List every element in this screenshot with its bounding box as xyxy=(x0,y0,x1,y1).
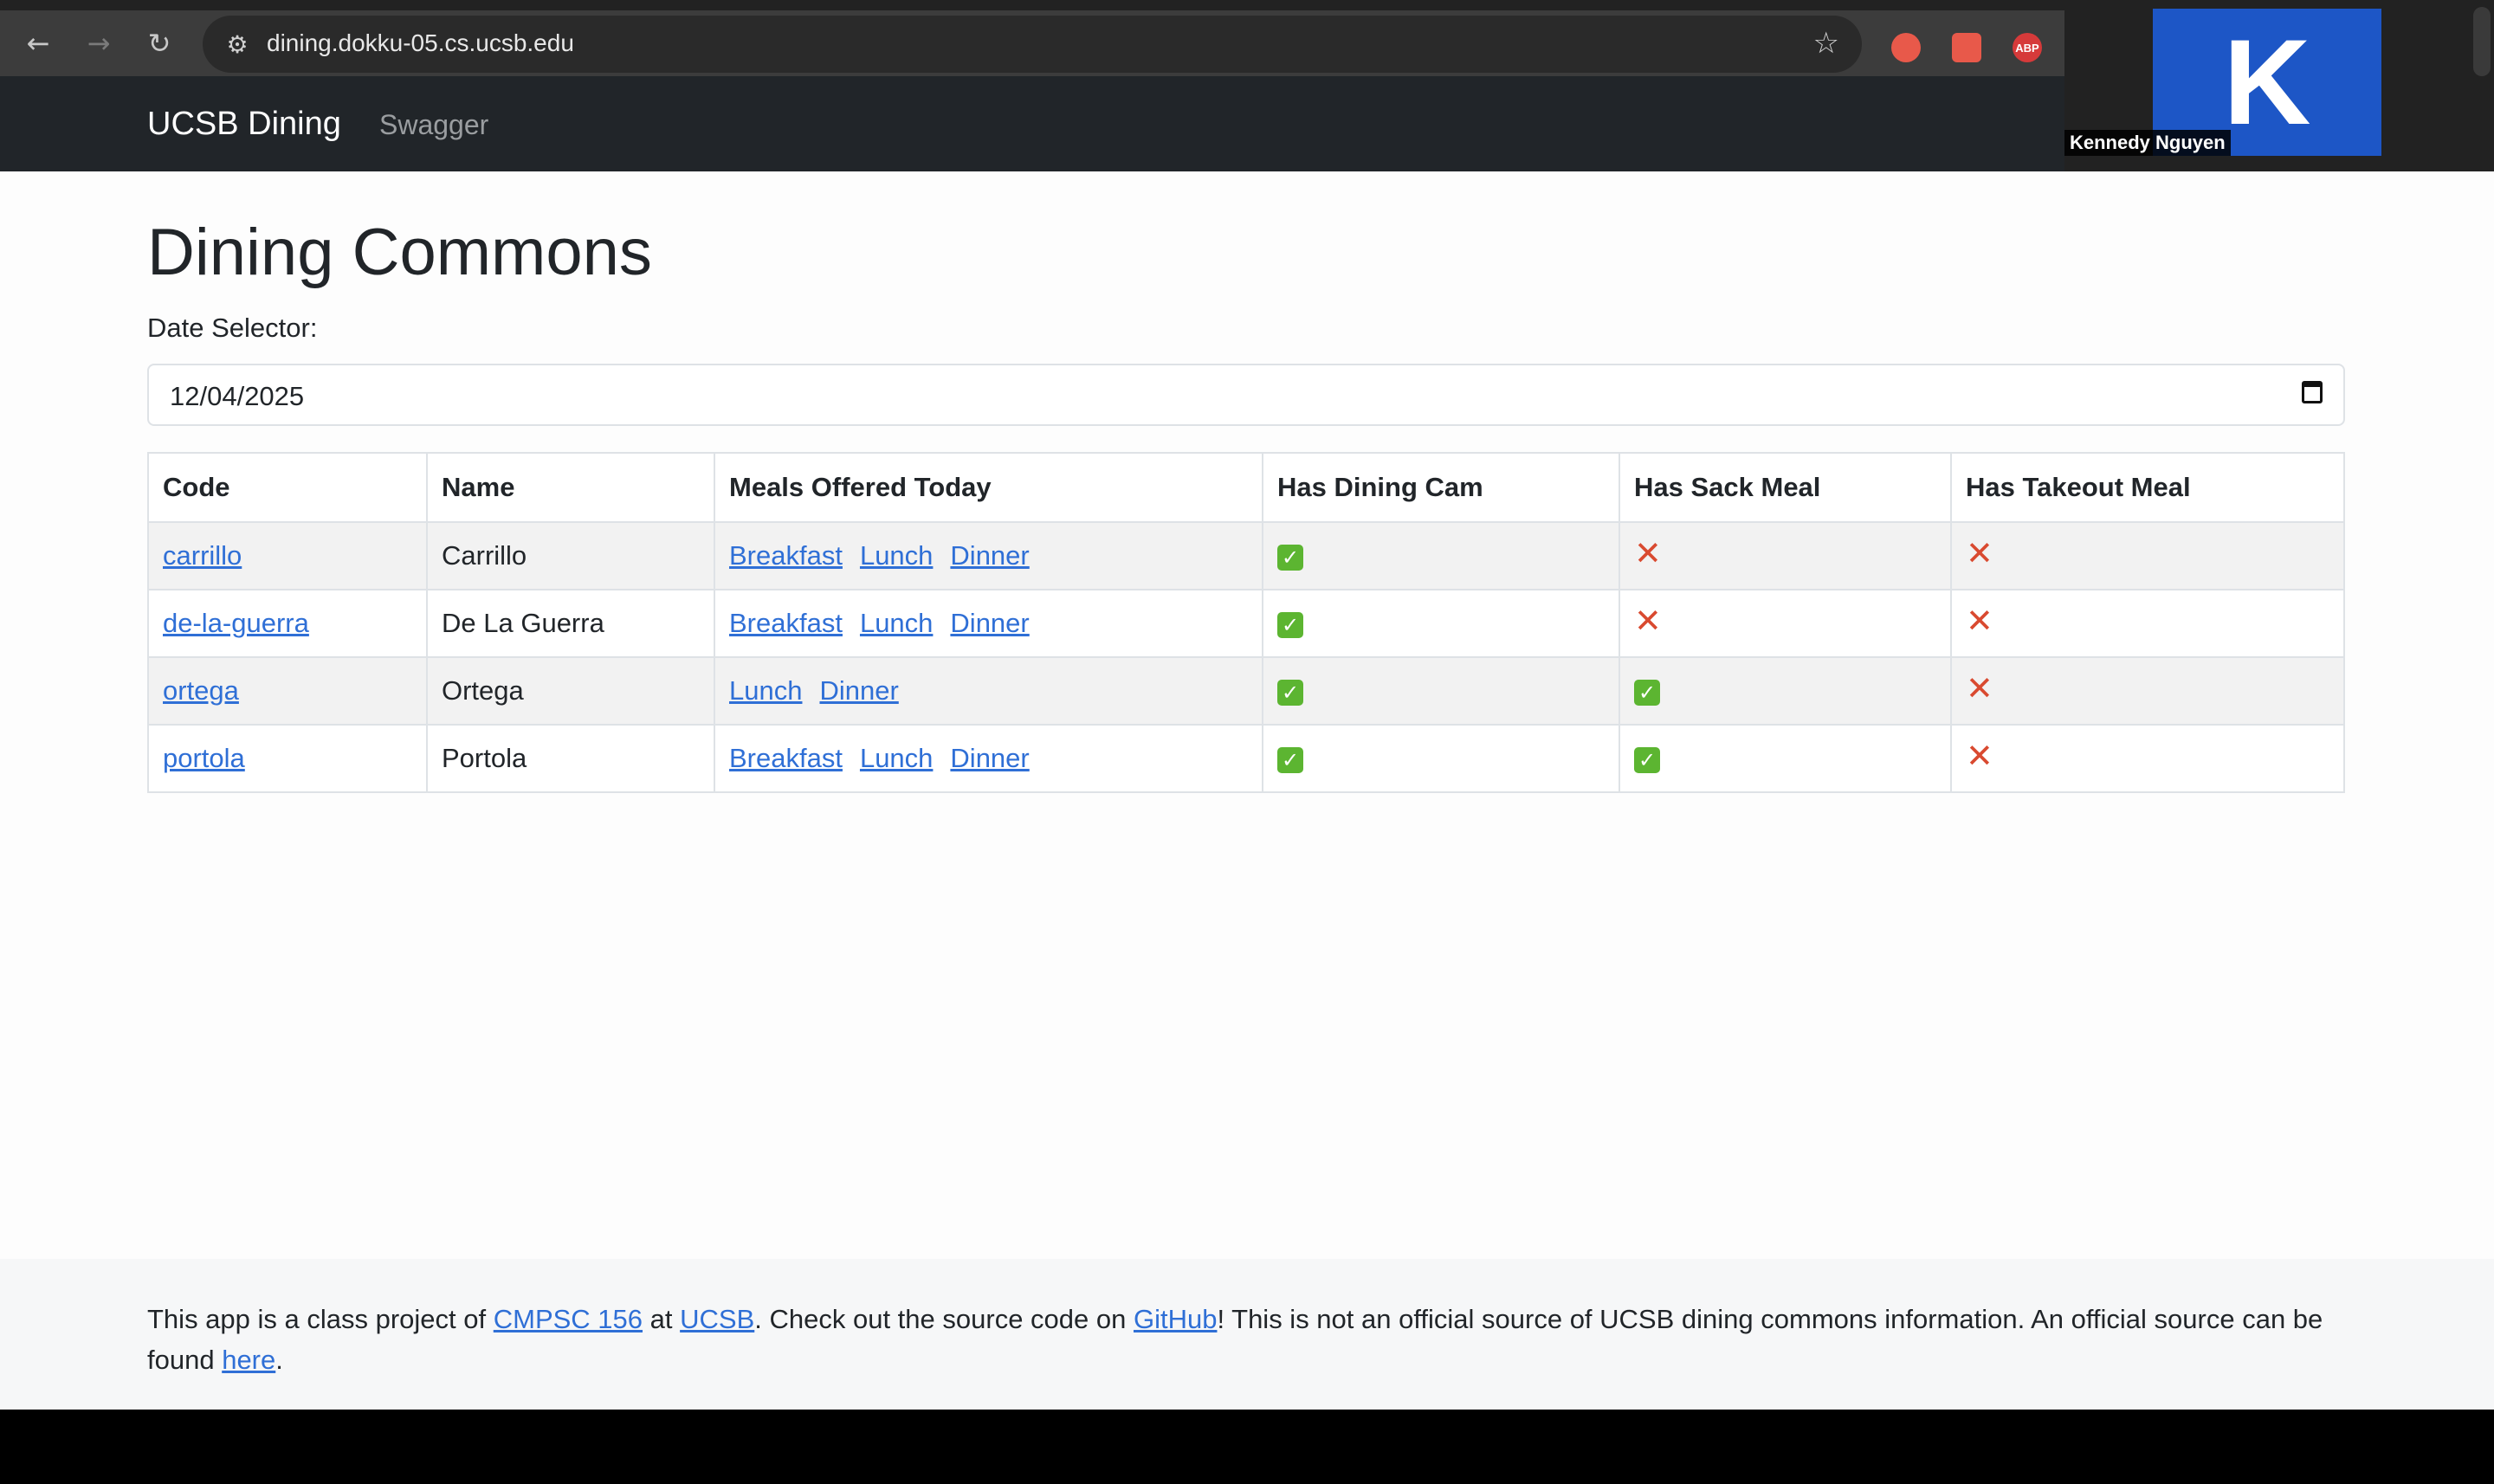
here-link[interactable]: here xyxy=(222,1345,275,1375)
meal-link[interactable]: Dinner xyxy=(950,743,1029,773)
footer-text-2: at xyxy=(643,1304,681,1334)
check-icon: ✓ xyxy=(1634,680,1660,706)
meal-link[interactable]: Breakfast xyxy=(729,540,843,571)
video-call-tile: K Kennedy Nguyen xyxy=(2064,0,2494,171)
table-header-row: Code Name Meals Offered Today Has Dining… xyxy=(147,452,2345,523)
cell-code: portola xyxy=(147,724,428,793)
commons-code-link[interactable]: portola xyxy=(163,743,245,773)
reload-icon[interactable]: ↻ xyxy=(142,26,177,61)
meal-link[interactable]: Breakfast xyxy=(729,608,843,638)
cell-sack: ✓ xyxy=(1619,724,1952,793)
cell-code: ortega xyxy=(147,656,428,726)
cross-icon: ✕ xyxy=(1966,602,1993,640)
cell-meals: Breakfast Lunch Dinner xyxy=(714,724,1263,793)
cell-cam: ✓ xyxy=(1262,589,1620,658)
cell-cam: ✓ xyxy=(1262,724,1620,793)
browser-toolbar: ← → ↻ ⚙ dining.dokku-05.cs.ucsb.edu ☆ AB… xyxy=(0,0,2064,87)
cross-icon: ✕ xyxy=(1634,534,1662,572)
meal-link[interactable]: Breakfast xyxy=(729,743,843,773)
meal-link[interactable]: Lunch xyxy=(860,743,933,773)
table-row: ortega Ortega Lunch Dinner ✓ ✓ ✕ xyxy=(147,656,2345,726)
footer-text-3: . Check out the source code on xyxy=(754,1304,1134,1334)
calendar-icon[interactable] xyxy=(2302,381,2323,403)
header-takeout-meal[interactable]: Has Takeout Meal xyxy=(1950,452,2345,523)
commons-code-link[interactable]: carrillo xyxy=(163,540,242,571)
header-dining-cam[interactable]: Has Dining Cam xyxy=(1262,452,1620,523)
meal-link[interactable]: Dinner xyxy=(819,675,898,706)
app-navbar: UCSB Dining Swagger xyxy=(0,76,2064,171)
github-link[interactable]: GitHub xyxy=(1134,1304,1217,1334)
cell-meals: Breakfast Lunch Dinner xyxy=(714,589,1263,658)
cross-icon: ✕ xyxy=(1634,602,1662,640)
page-title: Dining Commons xyxy=(147,216,652,289)
cell-cam: ✓ xyxy=(1262,656,1620,726)
cell-sack: ✕ xyxy=(1619,589,1952,658)
cell-meals: Lunch Dinner xyxy=(714,656,1263,726)
adblock-extension-icon[interactable]: ABP xyxy=(2013,33,2042,62)
footer-text-1: This app is a class project of xyxy=(147,1304,494,1334)
table-row: de-la-guerra De La Guerra Breakfast Lunch Di… xyxy=(147,589,2345,658)
table-row: carrillo Carrillo Breakfast Lunch Dinner ✓ ✕ ✕ xyxy=(147,521,2345,590)
back-icon[interactable]: ← xyxy=(21,26,55,61)
cross-icon: ✕ xyxy=(1966,669,1993,707)
meal-link[interactable]: Dinner xyxy=(950,540,1029,571)
date-value[interactable]: 12/04/2025 xyxy=(170,381,304,412)
cell-takeout: ✕ xyxy=(1950,656,2345,726)
page-content: Dining Commons Date Selector: 12/04/2025… xyxy=(0,171,2494,1410)
cmpsc156-link[interactable]: CMPSC 156 xyxy=(494,1304,643,1334)
cell-name: De La Guerra xyxy=(426,589,715,658)
header-code[interactable]: Code xyxy=(147,452,428,523)
commons-code-link[interactable]: de-la-guerra xyxy=(163,608,309,638)
table-row: portola Portola Breakfast Lunch Dinner ✓ ✓ ✕ xyxy=(147,724,2345,793)
check-icon: ✓ xyxy=(1277,747,1303,773)
commons-code-link[interactable]: ortega xyxy=(163,675,239,706)
cell-cam: ✓ xyxy=(1262,521,1620,590)
participant-name: Kennedy Nguyen xyxy=(2064,130,2231,156)
cell-takeout: ✕ xyxy=(1950,589,2345,658)
ucsb-link[interactable]: UCSB xyxy=(680,1304,754,1334)
address-bar[interactable]: ⚙ dining.dokku-05.cs.ucsb.edu ☆ xyxy=(203,16,1862,73)
cross-icon: ✕ xyxy=(1966,534,1993,572)
cell-name: Portola xyxy=(426,724,715,793)
check-icon: ✓ xyxy=(1634,747,1660,773)
url-text[interactable]: dining.dokku-05.cs.ucsb.edu xyxy=(267,29,574,57)
cell-takeout: ✕ xyxy=(1950,724,2345,793)
video-scrollbar[interactable] xyxy=(2473,7,2491,76)
check-icon: ✓ xyxy=(1277,680,1303,706)
date-selector-label: Date Selector: xyxy=(147,313,318,343)
header-name[interactable]: Name xyxy=(426,452,715,523)
header-meals[interactable]: Meals Offered Today xyxy=(714,452,1263,523)
cell-name: Carrillo xyxy=(426,521,715,590)
meal-link[interactable]: Lunch xyxy=(860,540,933,571)
cell-name: Ortega xyxy=(426,656,715,726)
extension-2-icon[interactable] xyxy=(1952,33,1981,62)
check-icon: ✓ xyxy=(1277,545,1303,571)
footer: This app is a class project of CMPSC 156… xyxy=(0,1259,2494,1410)
meal-link[interactable]: Dinner xyxy=(950,608,1029,638)
cell-code: carrillo xyxy=(147,521,428,590)
brand-link[interactable]: UCSB Dining xyxy=(147,106,341,143)
cell-sack: ✕ xyxy=(1619,521,1952,590)
footer-text-5: . xyxy=(275,1345,283,1375)
cell-meals: Breakfast Lunch Dinner xyxy=(714,521,1263,590)
forward-icon[interactable]: → xyxy=(81,26,116,61)
meal-link[interactable]: Lunch xyxy=(860,608,933,638)
date-input[interactable]: 12/04/2025 xyxy=(147,364,2345,426)
site-info-icon[interactable]: ⚙ xyxy=(220,27,255,61)
header-sack-meal[interactable]: Has Sack Meal xyxy=(1619,452,1952,523)
bookmark-star-icon[interactable]: ☆ xyxy=(1813,26,1839,61)
cross-icon: ✕ xyxy=(1966,737,1993,775)
extension-1-icon[interactable] xyxy=(1891,33,1921,62)
cell-code: de-la-guerra xyxy=(147,589,428,658)
dining-commons-table: Code Name Meals Offered Today Has Dining… xyxy=(147,452,2345,793)
footer-text: This app is a class project of CMPSC 156… xyxy=(147,1299,2364,1380)
swagger-link[interactable]: Swagger xyxy=(379,109,488,141)
cell-takeout: ✕ xyxy=(1950,521,2345,590)
meal-link[interactable]: Lunch xyxy=(729,675,802,706)
check-icon: ✓ xyxy=(1277,612,1303,638)
cell-sack: ✓ xyxy=(1619,656,1952,726)
